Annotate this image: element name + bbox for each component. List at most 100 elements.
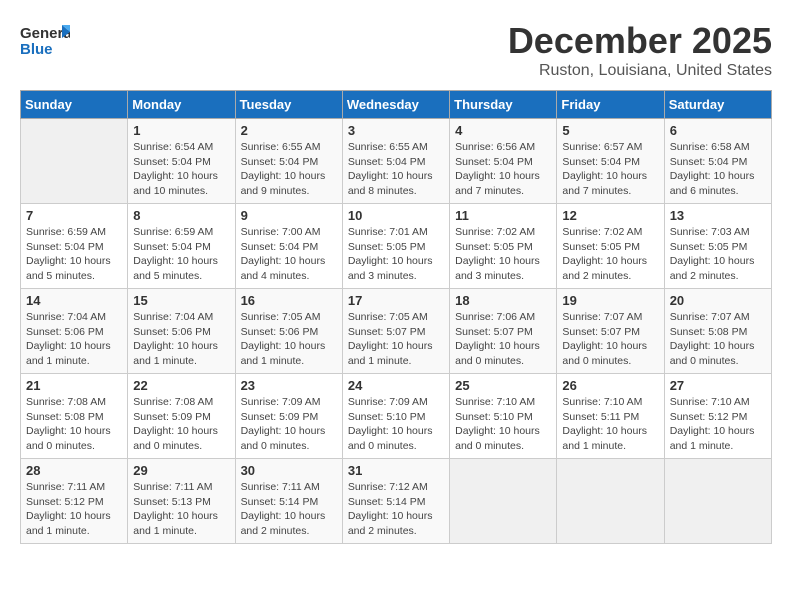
calendar-cell: 5 Sunrise: 6:57 AM Sunset: 5:04 PM Daylig… bbox=[557, 119, 664, 204]
day-number: 3 bbox=[348, 123, 444, 138]
day-info: Sunrise: 6:59 AM Sunset: 5:04 PM Dayligh… bbox=[133, 225, 229, 284]
calendar-cell: 15 Sunrise: 7:04 AM Sunset: 5:06 PM Dayli… bbox=[128, 289, 235, 374]
day-info: Sunrise: 6:55 AM Sunset: 5:04 PM Dayligh… bbox=[241, 140, 337, 199]
calendar-cell bbox=[664, 459, 771, 544]
day-info: Sunrise: 7:02 AM Sunset: 5:05 PM Dayligh… bbox=[562, 225, 658, 284]
day-number: 28 bbox=[26, 463, 122, 478]
calendar-cell: 18Sunrise: 7:06 AM Sunset: 5:07 PM Dayli… bbox=[450, 289, 557, 374]
header-wednesday: Wednesday bbox=[342, 91, 449, 119]
day-info: Sunrise: 7:02 AM Sunset: 5:05 PM Dayligh… bbox=[455, 225, 551, 284]
day-number: 8 bbox=[133, 208, 229, 223]
calendar-cell: 26Sunrise: 7:10 AM Sunset: 5:11 PM Dayli… bbox=[557, 374, 664, 459]
day-number: 15 bbox=[133, 293, 229, 308]
calendar-cell: 17Sunrise: 7:05 AM Sunset: 5:07 PM Dayli… bbox=[342, 289, 449, 374]
day-number: 1 bbox=[133, 123, 229, 138]
calendar-cell: 6 Sunrise: 6:58 AM Sunset: 5:04 PM Daylig… bbox=[664, 119, 771, 204]
calendar-cell: 1 Sunrise: 6:54 AM Sunset: 5:04 PM Daylig… bbox=[128, 119, 235, 204]
day-number: 22 bbox=[133, 378, 229, 393]
day-info: Sunrise: 7:10 AM Sunset: 5:12 PM Dayligh… bbox=[670, 395, 766, 454]
calendar-week-1: 1 Sunrise: 6:54 AM Sunset: 5:04 PM Daylig… bbox=[21, 119, 772, 204]
calendar-cell: 30Sunrise: 7:11 AM Sunset: 5:14 PM Dayli… bbox=[235, 459, 342, 544]
day-number: 12 bbox=[562, 208, 658, 223]
calendar-cell bbox=[21, 119, 128, 204]
calendar-cell: 19 Sunrise: 7:07 AM Sunset: 5:07 PM Dayli… bbox=[557, 289, 664, 374]
calendar-body: 1 Sunrise: 6:54 AM Sunset: 5:04 PM Daylig… bbox=[21, 119, 772, 544]
calendar-cell: 7 Sunrise: 6:59 AM Sunset: 5:04 PM Daylig… bbox=[21, 204, 128, 289]
calendar-cell bbox=[557, 459, 664, 544]
day-info: Sunrise: 7:08 AM Sunset: 5:08 PM Dayligh… bbox=[26, 395, 122, 454]
calendar-cell: 27 Sunrise: 7:10 AM Sunset: 5:12 PM Dayli… bbox=[664, 374, 771, 459]
day-info: Sunrise: 7:00 AM Sunset: 5:04 PM Dayligh… bbox=[241, 225, 337, 284]
day-number: 6 bbox=[670, 123, 766, 138]
day-info: Sunrise: 7:10 AM Sunset: 5:10 PM Dayligh… bbox=[455, 395, 551, 454]
calendar-cell: 3 Sunrise: 6:55 AM Sunset: 5:04 PM Daylig… bbox=[342, 119, 449, 204]
day-number: 25 bbox=[455, 378, 551, 393]
day-info: Sunrise: 7:05 AM Sunset: 5:07 PM Dayligh… bbox=[348, 310, 444, 369]
day-info: Sunrise: 7:04 AM Sunset: 5:06 PM Dayligh… bbox=[133, 310, 229, 369]
day-number: 10 bbox=[348, 208, 444, 223]
header-monday: Monday bbox=[128, 91, 235, 119]
calendar-cell: 9 Sunrise: 7:00 AM Sunset: 5:04 PM Daylig… bbox=[235, 204, 342, 289]
calendar-cell: 10Sunrise: 7:01 AM Sunset: 5:05 PM Dayli… bbox=[342, 204, 449, 289]
day-info: Sunrise: 6:57 AM Sunset: 5:04 PM Dayligh… bbox=[562, 140, 658, 199]
calendar-cell: 12 Sunrise: 7:02 AM Sunset: 5:05 PM Dayli… bbox=[557, 204, 664, 289]
calendar-cell: 23 Sunrise: 7:09 AM Sunset: 5:09 PM Dayli… bbox=[235, 374, 342, 459]
day-number: 4 bbox=[455, 123, 551, 138]
day-info: Sunrise: 6:58 AM Sunset: 5:04 PM Dayligh… bbox=[670, 140, 766, 199]
day-number: 9 bbox=[241, 208, 337, 223]
calendar-cell: 21 Sunrise: 7:08 AM Sunset: 5:08 PM Dayli… bbox=[21, 374, 128, 459]
day-number: 30 bbox=[241, 463, 337, 478]
day-number: 27 bbox=[670, 378, 766, 393]
calendar-cell: 4 Sunrise: 6:56 AM Sunset: 5:04 PM Daylig… bbox=[450, 119, 557, 204]
calendar-cell: 20 Sunrise: 7:07 AM Sunset: 5:08 PM Dayli… bbox=[664, 289, 771, 374]
day-number: 19 bbox=[562, 293, 658, 308]
day-info: Sunrise: 7:04 AM Sunset: 5:06 PM Dayligh… bbox=[26, 310, 122, 369]
calendar-cell: 2 Sunrise: 6:55 AM Sunset: 5:04 PM Daylig… bbox=[235, 119, 342, 204]
day-info: Sunrise: 7:03 AM Sunset: 5:05 PM Dayligh… bbox=[670, 225, 766, 284]
day-info: Sunrise: 7:07 AM Sunset: 5:07 PM Dayligh… bbox=[562, 310, 658, 369]
day-info: Sunrise: 7:11 AM Sunset: 5:12 PM Dayligh… bbox=[26, 480, 122, 539]
day-info: Sunrise: 6:56 AM Sunset: 5:04 PM Dayligh… bbox=[455, 140, 551, 199]
day-number: 13 bbox=[670, 208, 766, 223]
day-number: 20 bbox=[670, 293, 766, 308]
calendar-week-2: 7 Sunrise: 6:59 AM Sunset: 5:04 PM Daylig… bbox=[21, 204, 772, 289]
calendar-week-4: 21 Sunrise: 7:08 AM Sunset: 5:08 PM Dayli… bbox=[21, 374, 772, 459]
calendar-week-3: 14 Sunrise: 7:04 AM Sunset: 5:06 PM Dayli… bbox=[21, 289, 772, 374]
calendar-cell: 13 Sunrise: 7:03 AM Sunset: 5:05 PM Dayli… bbox=[664, 204, 771, 289]
day-info: Sunrise: 7:10 AM Sunset: 5:11 PM Dayligh… bbox=[562, 395, 658, 454]
calendar-cell: 24 Sunrise: 7:09 AM Sunset: 5:10 PM Dayli… bbox=[342, 374, 449, 459]
day-number: 7 bbox=[26, 208, 122, 223]
day-info: Sunrise: 7:05 AM Sunset: 5:06 PM Dayligh… bbox=[241, 310, 337, 369]
day-number: 18 bbox=[455, 293, 551, 308]
calendar-cell: 31Sunrise: 7:12 AM Sunset: 5:14 PM Dayli… bbox=[342, 459, 449, 544]
calendar-header-row: SundayMondayTuesdayWednesdayThursdayFrid… bbox=[21, 91, 772, 119]
day-number: 29 bbox=[133, 463, 229, 478]
calendar-cell: 25 Sunrise: 7:10 AM Sunset: 5:10 PM Dayli… bbox=[450, 374, 557, 459]
calendar-table: SundayMondayTuesdayWednesdayThursdayFrid… bbox=[20, 90, 772, 544]
day-number: 5 bbox=[562, 123, 658, 138]
title-block: December 2025 Ruston, Louisiana, United … bbox=[508, 20, 772, 80]
header-thursday: Thursday bbox=[450, 91, 557, 119]
day-number: 2 bbox=[241, 123, 337, 138]
day-number: 24 bbox=[348, 378, 444, 393]
day-info: Sunrise: 7:08 AM Sunset: 5:09 PM Dayligh… bbox=[133, 395, 229, 454]
day-number: 21 bbox=[26, 378, 122, 393]
day-info: Sunrise: 7:07 AM Sunset: 5:08 PM Dayligh… bbox=[670, 310, 766, 369]
header-saturday: Saturday bbox=[664, 91, 771, 119]
month-title: December 2025 bbox=[508, 20, 772, 62]
day-number: 14 bbox=[26, 293, 122, 308]
day-info: Sunrise: 6:59 AM Sunset: 5:04 PM Dayligh… bbox=[26, 225, 122, 284]
calendar-cell: 22 Sunrise: 7:08 AM Sunset: 5:09 PM Dayli… bbox=[128, 374, 235, 459]
day-info: Sunrise: 6:54 AM Sunset: 5:04 PM Dayligh… bbox=[133, 140, 229, 199]
day-number: 23 bbox=[241, 378, 337, 393]
day-info: Sunrise: 7:09 AM Sunset: 5:09 PM Dayligh… bbox=[241, 395, 337, 454]
header-friday: Friday bbox=[557, 91, 664, 119]
page-header: General Blue December 2025 Ruston, Louis… bbox=[20, 20, 772, 80]
svg-text:Blue: Blue bbox=[20, 41, 53, 58]
location: Ruston, Louisiana, United States bbox=[508, 62, 772, 80]
header-tuesday: Tuesday bbox=[235, 91, 342, 119]
day-info: Sunrise: 6:55 AM Sunset: 5:04 PM Dayligh… bbox=[348, 140, 444, 199]
calendar-cell: 29Sunrise: 7:11 AM Sunset: 5:13 PM Dayli… bbox=[128, 459, 235, 544]
day-info: Sunrise: 7:12 AM Sunset: 5:14 PM Dayligh… bbox=[348, 480, 444, 539]
day-info: Sunrise: 7:09 AM Sunset: 5:10 PM Dayligh… bbox=[348, 395, 444, 454]
